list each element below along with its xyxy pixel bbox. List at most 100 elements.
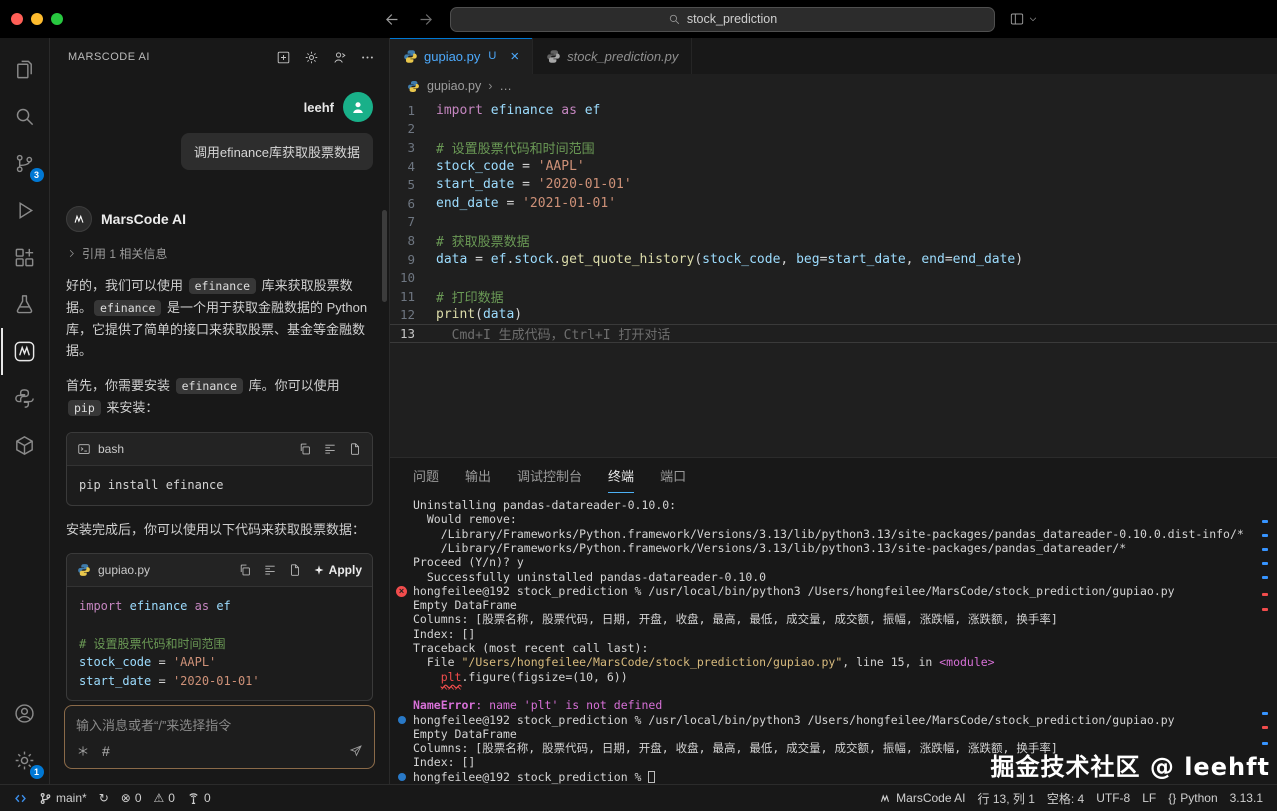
run-debug-icon[interactable]: [1, 187, 49, 234]
panel-tab-ports[interactable]: 端口: [660, 458, 686, 493]
code-line: 13 Cmd+I 生成代码，Ctrl+I 打开对话: [390, 324, 1277, 343]
panel-tabs: 问题输出调试控制台终端端口: [413, 458, 686, 493]
chat-paragraph: 好的，我们可以使用 efinance 库来获取股票数据。efinance 是一个…: [66, 275, 373, 362]
code-line: 2: [390, 120, 1277, 139]
code-line: 5start_date = '2020-01-01': [390, 175, 1277, 194]
status-forwarded-ports[interactable]: 0: [181, 785, 217, 811]
tab-stock_prediction.py[interactable]: stock_prediction.py: [533, 38, 692, 74]
minimize-window-button[interactable]: [31, 13, 43, 25]
context-tag-button[interactable]: #: [102, 743, 110, 759]
tab-gupiao.py[interactable]: gupiao.pyU×: [390, 38, 533, 74]
status-encoding[interactable]: UTF-8: [1090, 785, 1136, 811]
search-icon[interactable]: [1, 93, 49, 140]
explorer-icon[interactable]: [1, 46, 49, 93]
breadcrumb-file[interactable]: gupiao.py: [427, 79, 481, 93]
status-remote[interactable]: [8, 785, 33, 811]
status-label: MarsCode AI: [896, 791, 965, 805]
panel-tab-terminal[interactable]: 终端: [608, 458, 634, 493]
layout-panel-icon: [1009, 11, 1025, 27]
status-indentation[interactable]: 空格: 4: [1041, 785, 1090, 811]
reference-toggle[interactable]: 引用 1 相关信息: [66, 245, 373, 262]
status-python-version[interactable]: 3.13.1: [1224, 785, 1269, 811]
insert-at-cursor-icon[interactable]: [323, 442, 337, 456]
sidebar-scrollbar[interactable]: [382, 210, 387, 302]
warning-icon: ⚠: [154, 791, 165, 805]
extension-cube-icon[interactable]: [1, 422, 49, 469]
status-label: main*: [56, 791, 87, 805]
panel-tab-debug-console[interactable]: 调试控制台: [517, 458, 582, 493]
ruler-tick: [1262, 534, 1268, 537]
chat-code-lines: import efinance as ef # 设置股票代码和时间范围stock…: [67, 587, 372, 700]
zoom-window-button[interactable]: [51, 13, 63, 25]
status-git-branch[interactable]: main*: [33, 785, 93, 811]
branch-icon: [39, 792, 52, 805]
panel-tab-problems[interactable]: 问题: [413, 458, 439, 493]
watermark: 掘金技术社区 @ leehft: [991, 747, 1271, 782]
copy-icon[interactable]: [298, 442, 312, 456]
code-line: 1import efinance as ef: [390, 101, 1277, 120]
terminal-output[interactable]: Uninstalling pandas-datareader-0.10.0: W…: [390, 493, 1277, 784]
new-file-icon[interactable]: [348, 442, 362, 456]
go-forward-icon[interactable]: [417, 11, 434, 28]
source-control-icon[interactable]: 3: [1, 140, 49, 187]
status-cursor-position[interactable]: 行 13, 列 1: [972, 785, 1041, 811]
status-problems-errors[interactable]: ⊗0: [115, 785, 148, 811]
user-message-header: leehf: [66, 92, 373, 122]
terminal-line: NameError: name 'plt' is not defined: [413, 698, 1263, 712]
code-editor[interactable]: 1import efinance as ef23# 设置股票代码和时间范围4st…: [390, 98, 1277, 457]
terminal-line: Successfully uninstalled pandas-dataread…: [413, 570, 1263, 584]
ruler-tick: [1262, 593, 1268, 596]
activity-bar: 3 1: [0, 38, 50, 784]
go-back-icon[interactable]: [384, 11, 401, 28]
tower-icon: [187, 792, 200, 805]
marscode-ai-icon[interactable]: [1, 328, 49, 375]
terminal-line: Would remove:: [413, 512, 1263, 526]
terminal-line: ^^^: [413, 684, 1263, 698]
apply-button[interactable]: Apply: [313, 563, 362, 577]
terminal-line: hongfeilee@192 stock_prediction % /usr/l…: [413, 713, 1263, 727]
new-file-icon[interactable]: [288, 563, 302, 577]
breadcrumb[interactable]: gupiao.py › …: [390, 74, 1277, 98]
command-center-search[interactable]: stock_prediction: [450, 7, 995, 32]
title-bar: stock_prediction: [0, 0, 1277, 38]
extensions-icon[interactable]: [1, 234, 49, 281]
status-problems-warnings[interactable]: ⚠0: [148, 785, 181, 811]
marscode-icon: [879, 792, 892, 805]
settings-icon[interactable]: [304, 50, 319, 65]
chevron-right-icon: ›: [488, 79, 492, 93]
code-line: 4stock_code = 'AAPL': [390, 157, 1277, 176]
chat-code-line: [79, 616, 360, 635]
account-icon[interactable]: [1, 690, 49, 737]
skills-icon[interactable]: [76, 744, 90, 758]
close-window-button[interactable]: [11, 13, 23, 25]
more-actions-icon[interactable]: [360, 50, 375, 65]
ruler-tick: [1262, 520, 1268, 523]
close-tab-icon[interactable]: ×: [510, 49, 519, 64]
layout-toggle-button[interactable]: [1009, 11, 1038, 27]
settings-gear-icon[interactable]: 1: [1, 737, 49, 784]
copy-icon[interactable]: [238, 563, 252, 577]
ruler-tick: [1262, 742, 1268, 745]
panel-tab-output[interactable]: 输出: [465, 458, 491, 493]
editor-tabs: gupiao.pyU×stock_prediction.py: [390, 38, 1277, 74]
send-icon[interactable]: [349, 744, 363, 758]
python-extension-icon[interactable]: [1, 375, 49, 422]
testing-flask-icon[interactable]: [1, 281, 49, 328]
status-language-mode[interactable]: {}Python: [1162, 785, 1223, 811]
new-chat-icon[interactable]: [276, 50, 291, 65]
status-label: UTF-8: [1096, 791, 1130, 805]
status-marscode[interactable]: MarsCode AI: [873, 785, 971, 811]
status-sync[interactable]: ↻: [93, 785, 115, 811]
window-controls: [0, 13, 72, 25]
git-status-badge: U: [488, 50, 496, 62]
editor-area: gupiao.py U × stock_prediction.py gupiao.py…: [390, 38, 1277, 784]
vscode-window: stock_prediction 3 1: [0, 0, 1277, 811]
chat-input[interactable]: 输入消息或者“/”来选择指令 #: [64, 705, 375, 769]
profile-icon[interactable]: [332, 50, 347, 65]
insert-at-cursor-icon[interactable]: [263, 563, 277, 577]
status-eol[interactable]: LF: [1136, 785, 1162, 811]
terminal-line: /Library/Frameworks/Python.framework/Ver…: [413, 527, 1263, 541]
sidebar-header: MARSCODE AI: [50, 38, 389, 76]
breadcrumb-more[interactable]: …: [499, 79, 512, 93]
status-label: Python: [1180, 791, 1217, 805]
